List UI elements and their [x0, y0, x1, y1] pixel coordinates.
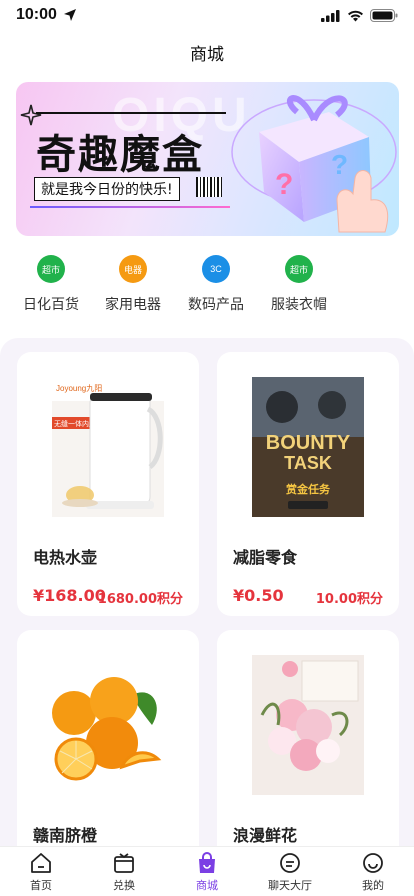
category-label: 日化百货	[23, 297, 79, 313]
product-image-flowers	[252, 655, 364, 795]
product-image-bounty-task: BOUNTY TASK 赏金任务	[252, 377, 364, 517]
category-item-clothing[interactable]: 超市 服装衣帽	[259, 255, 339, 314]
product-grid: Joyoung九阳 无缝一体内胆 电热水壶 ¥168.00 1680.00积分	[0, 338, 414, 870]
tab-profile[interactable]: 我的	[343, 851, 403, 893]
tab-chat[interactable]: 聊天大厅	[260, 851, 320, 893]
tab-label: 商城	[196, 879, 218, 892]
battery-icon	[370, 9, 398, 22]
category-label: 数码产品	[188, 297, 244, 313]
product-name: 电热水壶	[33, 548, 98, 567]
product-image-kettle: Joyoung九阳 无缝一体内胆	[52, 377, 164, 517]
signal-icon	[321, 9, 340, 22]
bottom-tab-bar: 首页 兑换 商城 聊天大厅 我的	[0, 846, 414, 896]
svg-text:赏金任务: 赏金任务	[286, 482, 331, 496]
banner-subtitle: 就是我今日份的快乐!	[34, 177, 180, 201]
product-image-orange	[52, 655, 164, 795]
tab-label: 我的	[362, 879, 384, 892]
category-item-daily-goods[interactable]: 超市 日化百货	[11, 255, 91, 314]
tab-home[interactable]: 首页	[11, 851, 71, 893]
product-points: 10.00积分	[315, 592, 383, 607]
product-name: 浪漫鲜花	[233, 826, 298, 845]
location-arrow-icon	[64, 9, 76, 21]
svg-text:Joyoung九阳: Joyoung九阳	[56, 384, 102, 393]
svg-text:BOUNTY: BOUNTY	[266, 432, 351, 454]
tab-label: 兑换	[113, 879, 135, 892]
digital-icon: 3C	[202, 255, 230, 283]
exchange-icon	[114, 853, 134, 873]
promo-banner[interactable]: OIQU 奇趣魔盒 就是我今日份的快乐! ? ?	[16, 82, 399, 236]
category-item-appliances[interactable]: 电器 家用电器	[93, 255, 173, 314]
category-row: 超市 日化百货 电器 家用电器 3C 数码产品 超市 服装衣帽	[0, 255, 414, 317]
gift-box-illustration: ? ?	[231, 95, 397, 233]
category-label: 家用电器	[105, 297, 161, 313]
product-points: 1680.00积分	[97, 592, 183, 607]
category-item-digital[interactable]: 3C 数码产品	[176, 255, 256, 314]
status-bar: 10:00	[0, 0, 414, 34]
banner-gradient-line	[30, 206, 230, 208]
shop-bag-icon	[199, 852, 215, 873]
product-card[interactable]: Joyoung九阳 无缝一体内胆 电热水壶 ¥168.00 1680.00积分	[17, 352, 199, 616]
profile-icon	[363, 853, 383, 873]
banner-title: 奇趣魔盒	[36, 132, 204, 178]
status-time: 10:00	[16, 6, 57, 23]
product-card[interactable]: BOUNTY TASK 赏金任务 减脂零食 ¥0.50 10.00积分	[217, 352, 399, 616]
supermarket-icon: 超市	[37, 255, 65, 283]
product-price: ¥0.50	[233, 586, 284, 605]
product-card[interactable]: 赣南脐橙	[17, 630, 199, 870]
page-title: 商城	[190, 45, 224, 65]
home-icon	[31, 853, 51, 873]
tab-shop[interactable]: 商城	[177, 851, 237, 893]
svg-text:?: ?	[331, 149, 348, 180]
svg-text:?: ?	[275, 168, 293, 201]
banner-divider	[36, 112, 226, 114]
chat-icon	[280, 853, 300, 873]
tab-exchange[interactable]: 兑换	[94, 851, 154, 893]
tab-label: 聊天大厅	[268, 879, 312, 892]
product-name: 减脂零食	[233, 548, 298, 567]
appliance-icon: 电器	[119, 255, 147, 283]
wifi-icon	[348, 10, 363, 21]
product-name: 赣南脐橙	[33, 826, 98, 845]
product-card[interactable]: 浪漫鲜花	[217, 630, 399, 870]
product-price: ¥168.00	[33, 586, 106, 605]
svg-text:TASK: TASK	[284, 453, 332, 473]
clothing-icon: 超市	[285, 255, 313, 283]
category-label: 服装衣帽	[271, 297, 327, 313]
tab-label: 首页	[30, 879, 52, 892]
